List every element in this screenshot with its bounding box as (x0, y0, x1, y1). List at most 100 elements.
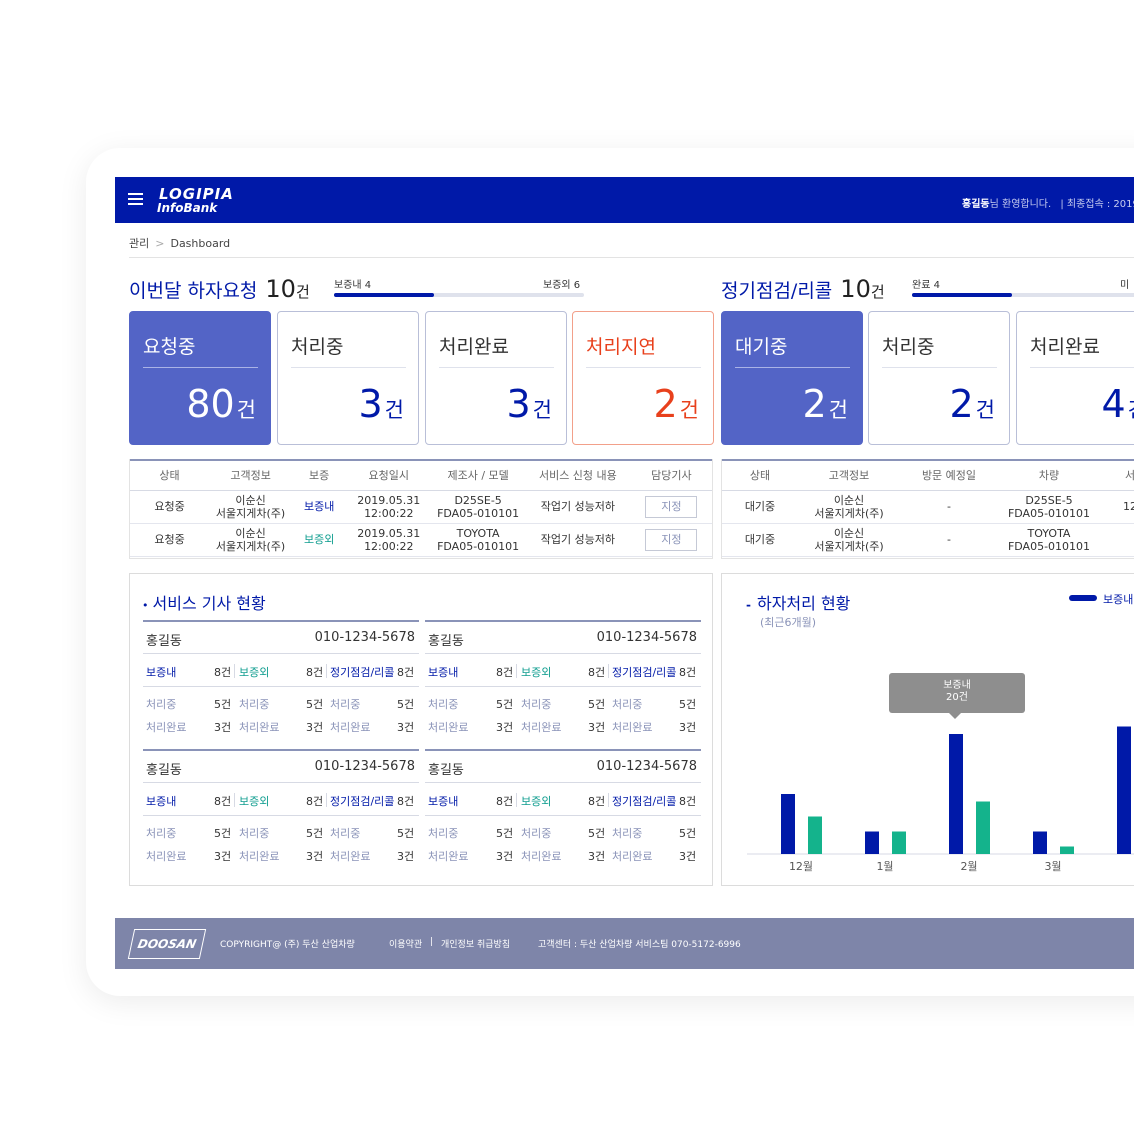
technician-card[interactable]: 홍길동 010-1234-5678 보증내 8건 보증외 8건 정기점검/리콜 8건 처리중 5건… (425, 620, 701, 749)
card-waiting[interactable]: 대기중 2건 (721, 311, 863, 445)
technician-status-rows: 처리중 5건 처리중 5건 처리중 5건 처리완료 3건 처리완료 3건 처리완료 3건 (425, 816, 701, 864)
card-value-wrap: 4건 (1101, 382, 1134, 426)
top-navigation-bar: LOGIPIA InfoBank 홍길동님 환영합니다. | 최종접속 : 20… (115, 177, 1134, 223)
card-unit: 건 (236, 398, 256, 422)
bar-warranty-in[interactable] (865, 831, 879, 855)
technician-warranty-row: 보증내 8건 보증외 8건 정기점검/리콜 8건 (143, 654, 419, 687)
technician-name: 홍길동 (146, 763, 182, 778)
card-value: 80 (186, 382, 235, 426)
card-completed[interactable]: 처리완료 3건 (425, 311, 567, 445)
card-divider (439, 367, 554, 368)
processing-label: 처리중 (239, 698, 270, 711)
technician-status-rows: 처리중 5건 처리중 5건 처리중 5건 처리완료 3건 처리완료 3건 처리완료 3건 (143, 816, 419, 864)
service-panel-title: • 서비스 기사 현황 (142, 590, 266, 614)
logo-infobank[interactable]: InfoBank (157, 201, 217, 215)
bar-warranty-out[interactable] (808, 816, 822, 855)
divider (129, 257, 1134, 258)
x-tick-label: 1월 (876, 860, 893, 873)
card-label: 요청중 (143, 336, 196, 358)
warranty-in-label: 보증내 (428, 666, 459, 679)
card-value: 2 (802, 382, 827, 426)
bar-warranty-in[interactable] (1117, 726, 1131, 855)
completed-label: 처리완료 (428, 721, 469, 734)
card-inspection-completed[interactable]: 처리완료 4건 (1016, 311, 1134, 445)
warranty-in-count: 8건 (496, 666, 514, 679)
technician-card[interactable]: 홍길동 010-1234-5678 보증내 8건 보증외 8건 정기점검/리콜 8건 처리중 5건… (143, 749, 419, 878)
completed-count: 3건 (588, 721, 606, 734)
card-label: 처리완료 (439, 336, 509, 358)
inspection-progress-bar (912, 293, 1134, 297)
completed-count: 3건 (679, 850, 697, 863)
request-title-text: 이번달 하자요청 (129, 280, 258, 302)
request-count-unit: 건 (295, 283, 310, 301)
terms-link[interactable]: 이용약관 (389, 937, 422, 950)
processing-count: 5건 (306, 698, 324, 711)
inspection-progress-fill (912, 293, 1012, 297)
technician-warranty-row: 보증내 8건 보증외 8건 정기점검/리콜 8건 (425, 654, 701, 687)
dashboard-app: LOGIPIA InfoBank 홍길동님 환영합니다. | 최종접속 : 20… (115, 177, 1134, 969)
technician-name: 홍길동 (428, 634, 464, 649)
completed-count: 3건 (397, 721, 415, 734)
footer-divider: | (430, 937, 434, 947)
completed-count: 3건 (214, 721, 232, 734)
card-unit: 건 (975, 398, 995, 422)
processing-count: 5건 (397, 827, 415, 840)
processing-label: 처리중 (239, 827, 270, 840)
processing-label: 처리중 (612, 827, 643, 840)
menu-icon[interactable] (128, 193, 143, 205)
welcome-message: 홍길동님 환영합니다. | 최종접속 : 2019 (962, 195, 1134, 210)
breadcrumb-root[interactable]: 관리 (129, 237, 149, 250)
chart-tooltip: 보증내 20건 (889, 673, 1025, 719)
completed-count: 3건 (306, 721, 324, 734)
card-value-wrap: 2건 (653, 382, 699, 426)
processing-label: 처리중 (146, 827, 177, 840)
card-requesting[interactable]: 요청중 80건 (129, 311, 271, 445)
request-progress-fill (334, 293, 434, 297)
processing-label: 처리중 (146, 698, 177, 711)
completed-count: 3건 (306, 850, 324, 863)
technician-name: 홍길동 (146, 634, 182, 649)
warranty-in-label: 보증내 (146, 666, 177, 679)
bar-warranty-in[interactable] (1033, 831, 1047, 855)
tooltip-value: 20건 (946, 692, 968, 703)
request-count: 10 (265, 275, 296, 303)
completed-label: 처리완료 (612, 850, 653, 863)
card-value: 4 (1101, 382, 1126, 426)
bar-warranty-in[interactable] (781, 794, 795, 854)
technician-card[interactable]: 홍길동 010-1234-5678 보증내 8건 보증외 8건 정기점검/리콜 8건 처리중 5건… (143, 620, 419, 749)
completed-label: 처리완료 (612, 721, 653, 734)
warranty-in-label: 보증내 (428, 795, 459, 808)
completed-count: 3건 (679, 721, 697, 734)
warranty-in-label: 보증내 4 (334, 280, 372, 291)
tooltip-label: 보증내 (943, 680, 971, 691)
card-label: 대기중 (735, 336, 788, 358)
processing-count: 5건 (496, 827, 514, 840)
completed-label: 처리완료 (146, 721, 187, 734)
inspection-done-label: 완료 4 (912, 280, 940, 291)
inspection-title-text: 정기점검/리콜 (721, 280, 833, 302)
recall-count: 8건 (679, 795, 697, 808)
processing-count: 5건 (588, 698, 606, 711)
user-name: 홍길동 (962, 199, 990, 210)
card-label: 처리지연 (586, 336, 656, 358)
bar-warranty-in[interactable] (949, 734, 963, 854)
technician-status-rows: 처리중 5건 처리중 5건 처리중 5건 처리완료 3건 처리완료 3건 처리완료 3건 (143, 687, 419, 735)
x-tick-label: 12월 (789, 860, 813, 873)
warranty-in-count: 8건 (496, 795, 514, 808)
bar-warranty-out[interactable] (1060, 846, 1074, 855)
x-tick-label: 2월 (960, 860, 977, 873)
warranty-out-count: 8건 (306, 795, 324, 808)
recall-label: 정기점검/리콜 (612, 666, 677, 679)
bar-warranty-out[interactable] (976, 801, 990, 855)
technician-warranty-row: 보증내 8건 보증외 8건 정기점검/리콜 8건 (143, 783, 419, 816)
card-delayed[interactable]: 처리지연 2건 (572, 311, 714, 445)
inspection-section-title: 정기점검/리콜 10건 (721, 275, 885, 303)
bar-warranty-out[interactable] (892, 831, 906, 855)
card-processing[interactable]: 처리중 3건 (277, 311, 419, 445)
last-login: | 최종접속 : 2019 (1060, 199, 1134, 210)
card-divider (882, 367, 997, 368)
card-inspection-processing[interactable]: 처리중 2건 (868, 311, 1010, 445)
technician-card[interactable]: 홍길동 010-1234-5678 보증내 8건 보증외 8건 정기점검/리콜 8건 처리중 5건… (425, 749, 701, 878)
privacy-link[interactable]: 개인정보 취급방침 (441, 937, 510, 950)
warranty-out-count: 8건 (306, 666, 324, 679)
